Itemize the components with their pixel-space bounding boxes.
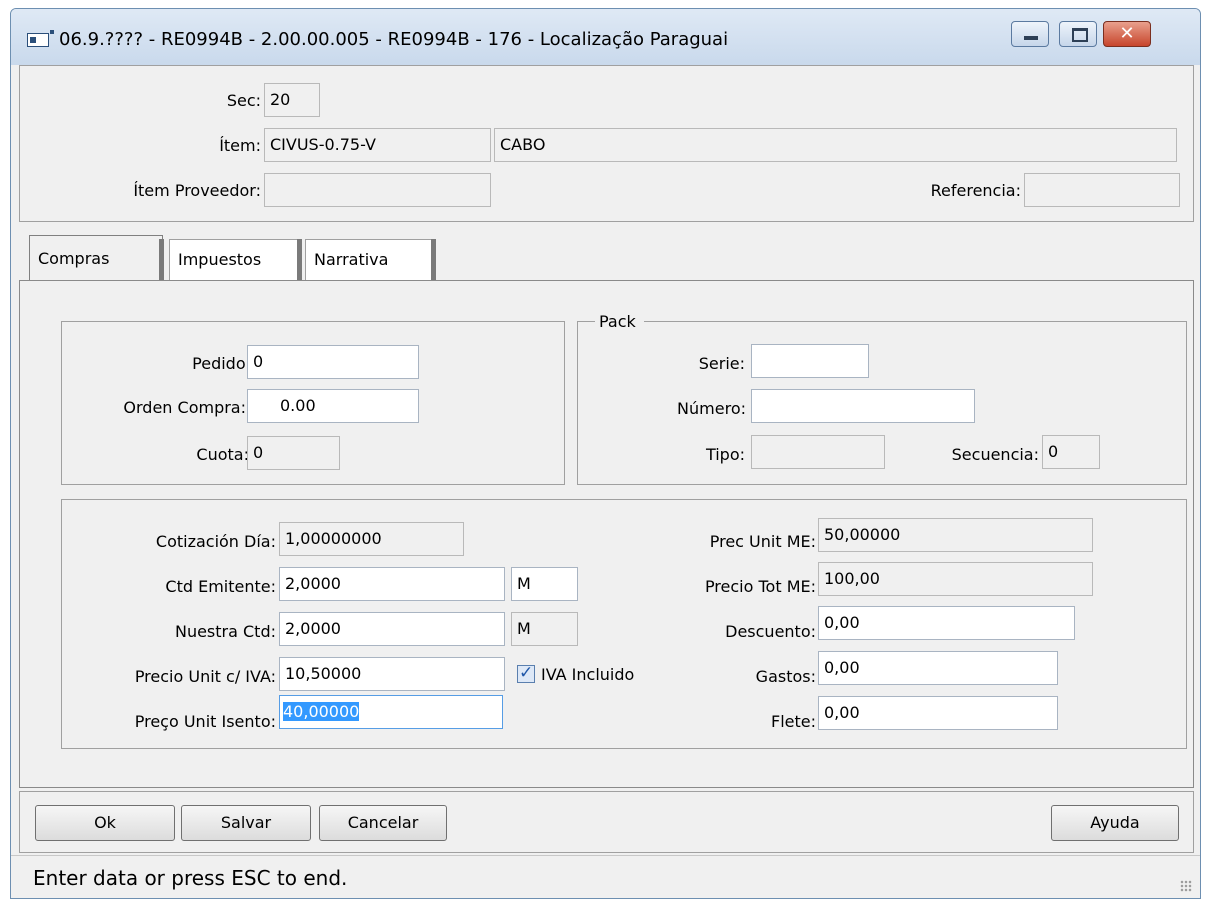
precio-tot-me-field[interactable]: 100,00	[818, 562, 1093, 596]
resize-grip-icon[interactable]	[1180, 880, 1192, 892]
nuestra-ctd-unit-field[interactable]: M	[511, 612, 578, 646]
serie-label: Serie:	[698, 354, 745, 373]
cuota-field[interactable]: 0	[247, 436, 340, 470]
precio-iva-field[interactable]: 10,50000	[279, 657, 505, 691]
flete-label: Flete:	[771, 712, 816, 731]
secuencia-field[interactable]: 0	[1042, 435, 1100, 469]
pedido-field[interactable]: 0	[247, 345, 419, 379]
tab-compras-label: Compras	[38, 249, 110, 268]
tipo-field[interactable]	[751, 435, 885, 469]
close-button[interactable]: ✕	[1103, 21, 1151, 47]
prec-unit-me-field[interactable]: 50,00000	[818, 518, 1093, 552]
nuestra-ctd-field[interactable]: 2,0000	[279, 612, 505, 646]
preco-isento-value: 40,00000	[283, 702, 360, 721]
pedido-label: Pedido:	[192, 354, 251, 373]
nuestra-ctd-label: Nuestra Ctd:	[174, 622, 276, 641]
referencia-label: Referencia:	[930, 181, 1021, 200]
orden-compra-field[interactable]: 0.00	[247, 389, 419, 423]
item-code-field[interactable]: CIVUS-0.75-V	[264, 128, 491, 162]
gastos-label: Gastos:	[755, 667, 816, 686]
numero-label: Número:	[677, 399, 746, 418]
item-label: Ítem:	[219, 136, 261, 155]
iva-incluido-label[interactable]: IVA Incluido	[541, 665, 634, 685]
cuota-label: Cuota:	[196, 445, 249, 464]
orden-compra-value: 0.00	[280, 396, 316, 415]
ctd-emitente-unit-field[interactable]: M	[511, 567, 578, 601]
minimize-button[interactable]	[1011, 21, 1049, 47]
ctd-emitente-label: Ctd Emitente:	[165, 577, 276, 596]
gastos-field[interactable]: 0,00	[818, 651, 1058, 685]
salvar-button[interactable]: Salvar	[181, 805, 311, 841]
orden-compra-label: Orden Compra:	[123, 398, 246, 417]
descuento-field[interactable]: 0,00	[818, 606, 1075, 640]
tab-impuestos-label: Impuestos	[178, 250, 262, 269]
tab-narrativa-edge	[431, 239, 436, 281]
sec-field[interactable]: 20	[264, 83, 320, 117]
serie-field[interactable]	[751, 344, 869, 378]
preco-isento-field[interactable]: 40,00000	[279, 695, 503, 729]
iva-incluido-checkbox[interactable]	[517, 663, 535, 683]
secuencia-label: Secuencia:	[951, 445, 1039, 464]
preco-isento-label: Preço Unit Isento:	[134, 712, 276, 731]
cotizacion-label: Cotización Día:	[155, 532, 276, 551]
tab-impuestos-edge	[297, 239, 302, 281]
referencia-field[interactable]	[1024, 173, 1180, 207]
precio-iva-label: Precio Unit c/ IVA:	[134, 667, 276, 686]
item-proveedor-field[interactable]	[264, 173, 491, 207]
flete-field[interactable]: 0,00	[818, 696, 1058, 730]
item-description-field[interactable]: CABO	[494, 128, 1177, 162]
window-title: 06.9.???? - RE0994B - 2.00.00.005 - RE09…	[59, 29, 729, 50]
descuento-label: Descuento:	[725, 622, 816, 641]
ayuda-button[interactable]: Ayuda	[1051, 805, 1179, 841]
numero-field[interactable]	[751, 389, 975, 423]
tab-narrativa-label: Narrativa	[314, 250, 389, 269]
close-icon: ✕	[1119, 23, 1135, 44]
app-window: 06.9.???? - RE0994B - 2.00.00.005 - RE09…	[10, 8, 1201, 899]
status-text: Enter data or press ESC to end.	[33, 866, 348, 890]
item-proveedor-label: Ítem Proveedor:	[133, 181, 261, 200]
sec-label: Sec:	[226, 91, 261, 110]
pack-title: Pack	[595, 312, 644, 332]
tipo-label: Tipo:	[705, 445, 745, 464]
ctd-emitente-field[interactable]: 2,0000	[279, 567, 505, 601]
cotizacion-field[interactable]: 1,00000000	[279, 522, 464, 556]
tab-impuestos[interactable]: Impuestos	[169, 239, 299, 281]
maximize-button[interactable]	[1059, 21, 1097, 47]
prec-unit-me-label: Prec Unit ME:	[709, 532, 816, 551]
ok-button[interactable]: Ok	[35, 805, 175, 841]
app-icon	[27, 30, 54, 47]
precio-tot-me-label: Precio Tot ME:	[704, 577, 816, 596]
tab-narrativa[interactable]: Narrativa	[305, 239, 435, 281]
cancelar-button[interactable]: Cancelar	[319, 805, 447, 841]
title-bar[interactable]: 06.9.???? - RE0994B - 2.00.00.005 - RE09…	[11, 9, 1200, 65]
